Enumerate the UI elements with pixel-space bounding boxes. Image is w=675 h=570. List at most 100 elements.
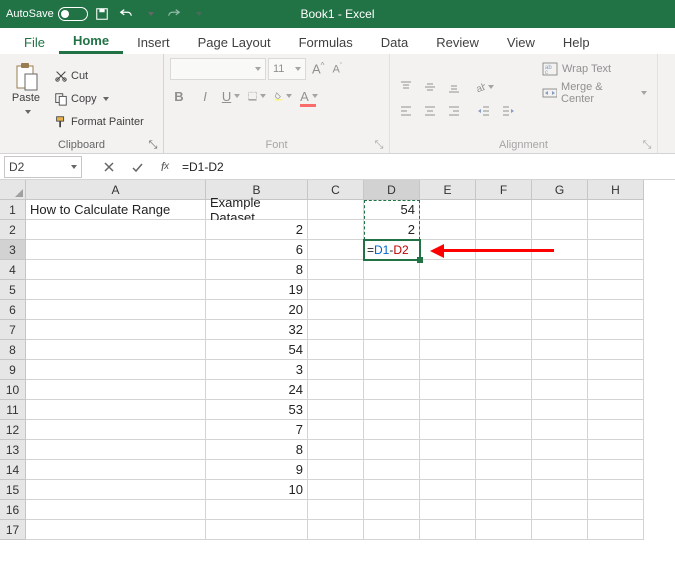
fill-color-button[interactable] <box>274 86 292 106</box>
row-header-6[interactable]: 6 <box>0 300 26 320</box>
row-header-17[interactable]: 17 <box>0 520 26 540</box>
cell-A9[interactable] <box>26 360 206 380</box>
paste-dropdown[interactable] <box>22 104 31 118</box>
tab-review[interactable]: Review <box>422 31 493 54</box>
row-header-12[interactable]: 12 <box>0 420 26 440</box>
cell-H4[interactable] <box>588 260 644 280</box>
underline-button[interactable]: U <box>222 86 240 106</box>
row-header-9[interactable]: 9 <box>0 360 26 380</box>
cell-C10[interactable] <box>308 380 364 400</box>
col-header-F[interactable]: F <box>476 180 532 200</box>
cell-A15[interactable] <box>26 480 206 500</box>
copy-button[interactable]: Copy <box>52 89 146 109</box>
cell-D8[interactable] <box>364 340 420 360</box>
cell-F5[interactable] <box>476 280 532 300</box>
tab-view[interactable]: View <box>493 31 549 54</box>
col-header-H[interactable]: H <box>588 180 644 200</box>
cell-D4[interactable] <box>364 260 420 280</box>
cell-E16[interactable] <box>420 500 476 520</box>
cell-F9[interactable] <box>476 360 532 380</box>
cell-C8[interactable] <box>308 340 364 360</box>
cell-C5[interactable] <box>308 280 364 300</box>
cell-D10[interactable] <box>364 380 420 400</box>
cell-C9[interactable] <box>308 360 364 380</box>
cell-D13[interactable] <box>364 440 420 460</box>
cell-E13[interactable] <box>420 440 476 460</box>
undo-dropdown[interactable] <box>140 4 160 24</box>
cell-C2[interactable] <box>308 220 364 240</box>
cell-E11[interactable] <box>420 400 476 420</box>
enter-formula-icon[interactable] <box>128 158 146 176</box>
cell-A6[interactable] <box>26 300 206 320</box>
cell-D6[interactable] <box>364 300 420 320</box>
border-button[interactable] <box>248 86 266 106</box>
cell-B2[interactable]: 2 <box>206 220 308 240</box>
cell-B11[interactable]: 53 <box>206 400 308 420</box>
cell-H17[interactable] <box>588 520 644 540</box>
align-right-icon[interactable] <box>444 101 464 121</box>
cell-H5[interactable] <box>588 280 644 300</box>
col-header-C[interactable]: C <box>308 180 364 200</box>
cell-B14[interactable]: 9 <box>206 460 308 480</box>
wrap-text-button[interactable]: abc Wrap Text <box>538 58 651 80</box>
cell-B12[interactable]: 7 <box>206 420 308 440</box>
cell-F12[interactable] <box>476 420 532 440</box>
row-header-8[interactable]: 8 <box>0 340 26 360</box>
cell-E5[interactable] <box>420 280 476 300</box>
cell-B5[interactable]: 19 <box>206 280 308 300</box>
select-all-button[interactable] <box>0 180 26 200</box>
cell-C3[interactable] <box>308 240 364 260</box>
row-header-14[interactable]: 14 <box>0 460 26 480</box>
cell-A8[interactable] <box>26 340 206 360</box>
tab-data[interactable]: Data <box>367 31 422 54</box>
cell-D2[interactable]: 2 <box>364 220 420 240</box>
italic-button[interactable]: I <box>196 86 214 106</box>
cell-G6[interactable] <box>532 300 588 320</box>
cell-B9[interactable]: 3 <box>206 360 308 380</box>
cell-C7[interactable] <box>308 320 364 340</box>
cell-B3[interactable]: 6 <box>206 240 308 260</box>
cell-E8[interactable] <box>420 340 476 360</box>
row-header-7[interactable]: 7 <box>0 320 26 340</box>
clipboard-launcher[interactable]: ⤡ <box>147 139 159 151</box>
increase-font-icon[interactable]: A^ <box>312 61 324 76</box>
align-top-icon[interactable] <box>396 77 416 97</box>
cell-C13[interactable] <box>308 440 364 460</box>
formula-bar[interactable]: =D1-D2 <box>182 160 675 174</box>
col-header-G[interactable]: G <box>532 180 588 200</box>
row-header-2[interactable]: 2 <box>0 220 26 240</box>
cell-D5[interactable] <box>364 280 420 300</box>
undo-icon[interactable] <box>116 4 136 24</box>
cell-D1[interactable]: 54 <box>364 200 420 220</box>
cell-F15[interactable] <box>476 480 532 500</box>
merge-center-button[interactable]: Merge & Center <box>538 82 651 104</box>
col-header-A[interactable]: A <box>26 180 206 200</box>
cell-F8[interactable] <box>476 340 532 360</box>
cell-C12[interactable] <box>308 420 364 440</box>
cell-C17[interactable] <box>308 520 364 540</box>
cell-G10[interactable] <box>532 380 588 400</box>
bold-button[interactable]: B <box>170 86 188 106</box>
cell-B8[interactable]: 54 <box>206 340 308 360</box>
cell-H15[interactable] <box>588 480 644 500</box>
cell-A3[interactable] <box>26 240 206 260</box>
cell-H7[interactable] <box>588 320 644 340</box>
cell-B4[interactable]: 8 <box>206 260 308 280</box>
save-icon[interactable] <box>92 4 112 24</box>
qat-customize[interactable] <box>188 4 208 24</box>
cell-H6[interactable] <box>588 300 644 320</box>
cell-A12[interactable] <box>26 420 206 440</box>
cell-H10[interactable] <box>588 380 644 400</box>
cell-G8[interactable] <box>532 340 588 360</box>
cell-C4[interactable] <box>308 260 364 280</box>
tab-page-layout[interactable]: Page Layout <box>184 31 285 54</box>
cell-G1[interactable] <box>532 200 588 220</box>
row-header-1[interactable]: 1 <box>0 200 26 220</box>
fill-handle[interactable] <box>417 257 423 263</box>
cell-E7[interactable] <box>420 320 476 340</box>
cell-C11[interactable] <box>308 400 364 420</box>
align-left-icon[interactable] <box>396 101 416 121</box>
row-header-11[interactable]: 11 <box>0 400 26 420</box>
cell-H13[interactable] <box>588 440 644 460</box>
font-color-button[interactable]: A <box>300 86 318 106</box>
